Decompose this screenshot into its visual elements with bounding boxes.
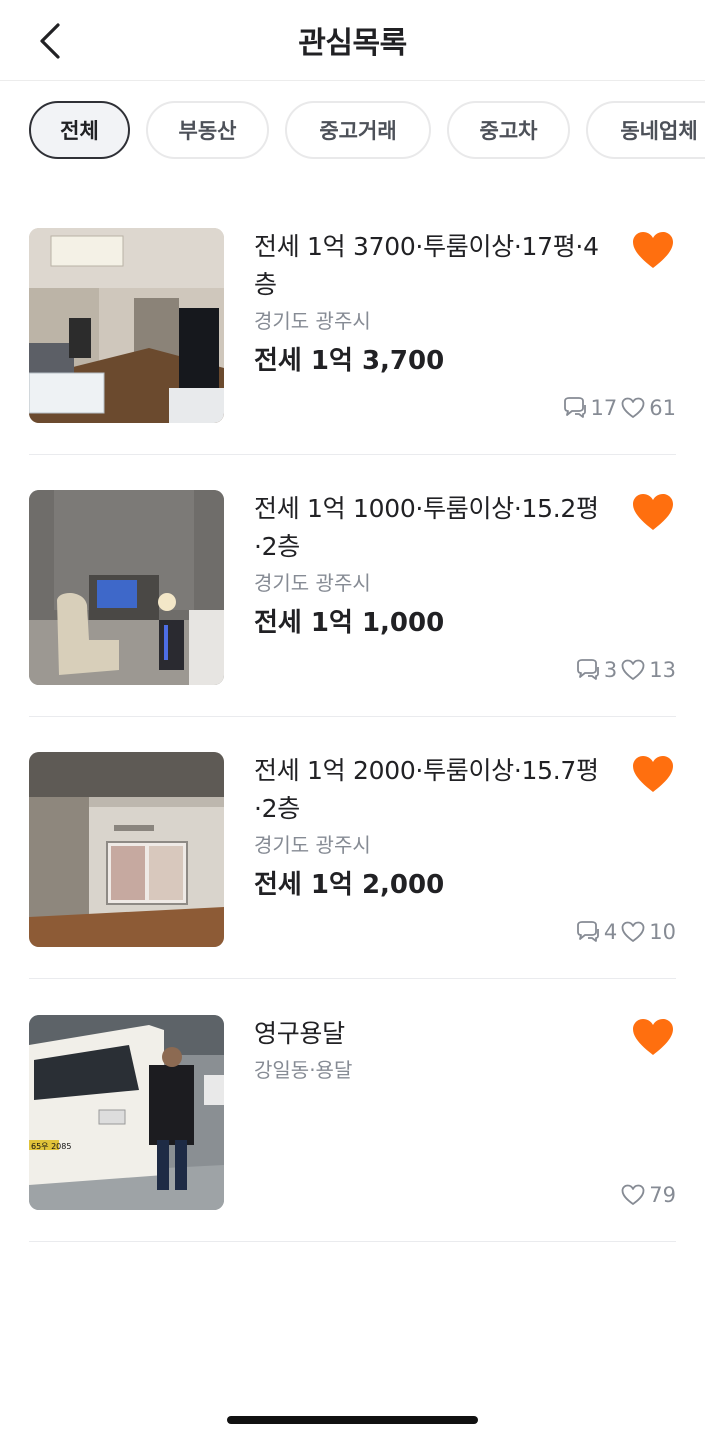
listing-location: 경기도 광주시 [254,571,371,595]
chat-count-value: 3 [603,658,618,682]
top-bar: 관심목록 [0,0,705,81]
heart-outline-icon [621,659,645,680]
listing-photo [29,490,224,685]
like-count: 79 [621,1183,676,1207]
listing-stats: 3 13 [574,658,676,682]
listing-stats: 17 61 [561,396,676,420]
chat-count: 3 [574,658,617,682]
like-button[interactable] [632,494,674,532]
listing-title: 전세 1억 1000·투룸이상·15.2평·2층 [254,494,599,561]
listing-info: 전세 1억 1000·투룸이상·15.2평·2층 경기도 광주시 전세 1억 1… [254,490,616,644]
listing-price: 전세 1억 2,000 [254,870,445,900]
page-title: 관심목록 [298,26,407,61]
like-button[interactable] [632,756,674,794]
chat-count-value: 4 [603,920,618,944]
license-plate-text: 65우 2085 [31,1142,71,1151]
listing-stats: 4 10 [574,920,676,944]
chip-real-estate[interactable]: 부동산 [146,101,269,159]
chip-used-goods[interactable]: 중고거래 [285,101,431,159]
home-indicator [227,1416,478,1424]
like-count-value: 61 [649,396,676,420]
chat-bubble-icon [576,921,599,942]
listing-photo [29,752,224,947]
chat-count-value: 17 [590,396,618,420]
chip-local-business[interactable]: 동네업체 [586,101,705,159]
like-count-value: 79 [649,1183,676,1207]
listing-price: 전세 1억 3,700 [254,346,445,376]
listing-location: 강일동·용달 [254,1058,353,1082]
listing-stats: 79 [621,1183,676,1207]
listing-title: 전세 1억 2000·투룸이상·15.7평·2층 [254,756,599,823]
listing-title: 전세 1억 3700·투룸이상·17평·4층 [254,232,599,299]
chat-count: 17 [561,396,618,420]
listing-info: 전세 1억 3700·투룸이상·17평·4층 경기도 광주시 전세 1억 3,7… [254,228,616,382]
heart-outline-icon [621,1184,645,1205]
heart-filled-icon [633,232,673,268]
list-item[interactable]: 전세 1억 2000·투룸이상·15.7평·2층 경기도 광주시 전세 1억 2… [29,716,676,979]
chip-all[interactable]: 전체 [29,101,130,159]
list-item[interactable]: 65우 2085 영구용달 강일동·용달 79 [29,979,676,1242]
heart-filled-icon [633,494,673,530]
heart-filled-icon [633,1019,673,1055]
listing-photo [29,228,224,423]
listing-location: 경기도 광주시 [254,309,371,333]
heart-outline-icon [621,397,645,418]
listing-info: 전세 1억 2000·투룸이상·15.7평·2층 경기도 광주시 전세 1억 2… [254,752,616,906]
chat-bubble-icon [576,659,599,680]
like-count-value: 13 [649,658,676,682]
heart-outline-icon [621,921,645,942]
category-filter-chips: 전체 부동산 중고거래 중고차 동네업체 [29,101,705,163]
like-count: 10 [621,920,676,944]
listing-photo: 65우 2085 [29,1015,224,1210]
like-count-value: 10 [649,920,676,944]
listing-title: 영구용달 [254,1019,345,1048]
listing-info: 영구용달 강일동·용달 [254,1015,616,1087]
listing-location: 경기도 광주시 [254,833,371,857]
chat-count: 4 [574,920,617,944]
listing-price: 전세 1억 1,000 [254,608,445,638]
chat-bubble-icon [563,397,586,418]
like-count: 61 [621,396,676,420]
like-count: 13 [621,658,676,682]
like-button[interactable] [632,1019,674,1057]
list-item[interactable]: 전세 1억 1000·투룸이상·15.2평·2층 경기도 광주시 전세 1억 1… [29,454,676,717]
like-button[interactable] [632,232,674,270]
heart-filled-icon [633,756,673,792]
chip-used-cars[interactable]: 중고차 [447,101,570,159]
list-item[interactable]: 전세 1억 3700·투룸이상·17평·4층 경기도 광주시 전세 1억 3,7… [29,192,676,455]
